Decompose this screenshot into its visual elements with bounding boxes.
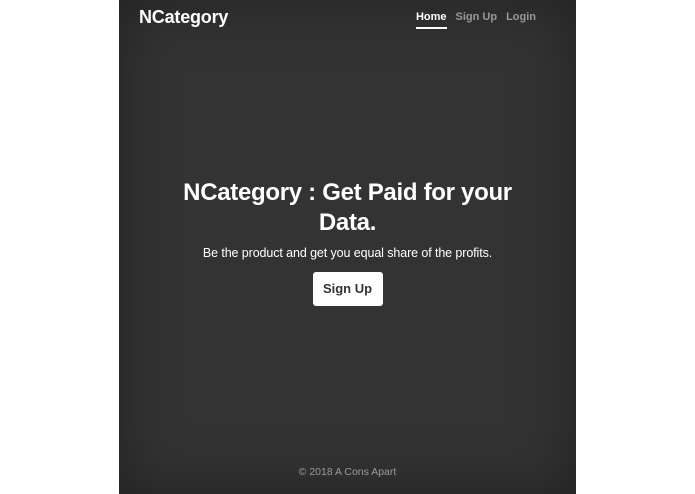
footer-text: © 2018 A Cons Apart: [298, 466, 397, 478]
main-nav: Home Sign Up Login: [415, 11, 536, 29]
cover-container: NCategory Home Sign Up Login NCategory :…: [119, 0, 576, 494]
hero-section: NCategory : Get Paid for your Data. Be t…: [119, 178, 576, 306]
page: NCategory Home Sign Up Login NCategory :…: [0, 0, 695, 494]
brand-title[interactable]: NCategory: [139, 7, 228, 28]
nav-home[interactable]: Home: [415, 11, 447, 29]
nav-sign-up[interactable]: Sign Up: [456, 11, 498, 29]
sign-up-button[interactable]: Sign Up: [312, 272, 383, 306]
hero-title: NCategory : Get Paid for your Data.: [183, 179, 512, 236]
nav-login[interactable]: Login: [506, 11, 536, 29]
hero-lead: Be the product and get you equal share o…: [202, 246, 493, 260]
